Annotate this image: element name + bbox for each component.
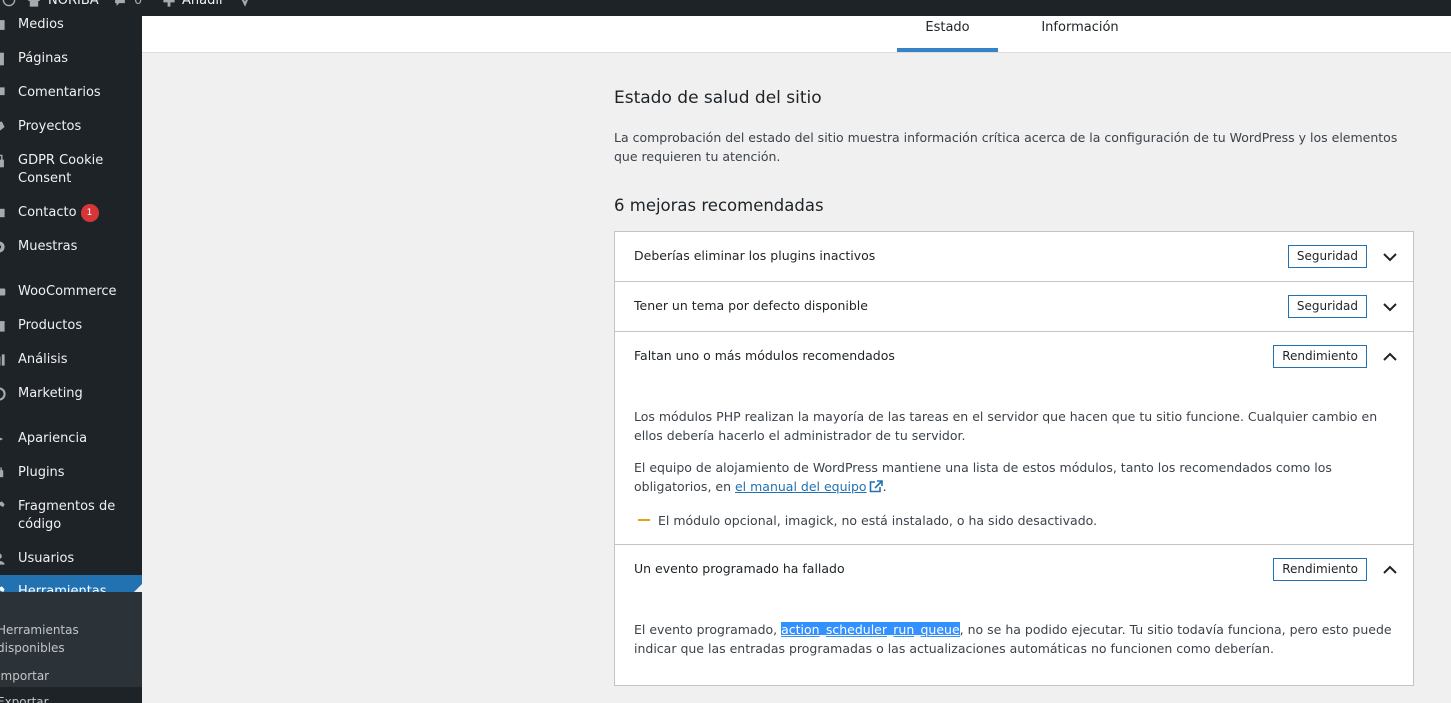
issue-title: Tener un tema por defecto disponible [634,298,868,313]
site-name: NORIBA [48,0,99,8]
team-handbook-link[interactable]: el manual del equipo [735,479,883,494]
issue-description: El evento programado, action_scheduler_r… [634,620,1393,658]
issue-toggle-header[interactable]: Faltan uno o más módulos recomendados Re… [615,332,1413,381]
menu-item-label: Análisis [18,352,68,367]
admin-bar: NORIBA 0 Añadir [0,0,1451,16]
issue-badge: Rendimiento [1273,558,1367,581]
menu-item-label: GDPR Cookie Consent [18,153,104,186]
issue-toggle-header[interactable]: Un evento programado ha fallado Rendimie… [615,545,1413,594]
issue-text: . [882,479,887,494]
menu-item-label: Fragmentos de código [18,499,116,532]
comment-bubble-icon [115,0,125,6]
issue-item: Faltan uno o más módulos recomendados Re… [615,332,1413,545]
comments-count: 0 [134,0,143,8]
issue-item: Tener un tema por defecto disponible Seg… [615,282,1413,332]
external-link-icon [869,479,883,498]
issue-badge: Seguridad [1287,295,1367,318]
home-icon [27,0,41,7]
chart-icon [0,353,6,367]
brush-icon [0,432,6,446]
warning-text: El módulo opcional, imagick, no está ins… [658,513,1098,528]
menu-item-label: Marketing [18,386,83,401]
lock-icon [0,154,6,168]
issue-body: El evento programado, action_scheduler_r… [615,594,1413,685]
menu-item-label: Proyectos [18,119,82,134]
new-label: Añadir [182,0,225,8]
media-icon [0,18,6,32]
comments-link[interactable]: 0 [112,0,142,8]
issue-text: El evento programado, [634,622,782,637]
issue-body: Los módulos PHP realizan la mayoría de l… [615,381,1413,544]
megaphone-icon [0,387,6,401]
issue-badge: Seguridad [1287,245,1367,268]
woocommerce-icon [0,285,6,299]
issue-description: El equipo de alojamiento de WordPress ma… [634,458,1393,498]
submenu-item-available-tools[interactable]: Herramientas disponibles [0,621,137,657]
menu-item-label: Plugins [18,465,65,480]
menu-item-label: Contacto [18,205,77,220]
menu-item-label: Productos [18,318,83,333]
issue-title: Un evento programado ha fallado [634,561,845,576]
users-icon [0,552,6,566]
menu-item-label: Muestras [18,239,78,254]
issue-toggle-header[interactable]: Deberías eliminar los plugins inactivos … [615,232,1413,281]
issue-item: Deberías eliminar los plugins inactivos … [615,232,1413,282]
wrench-icon [0,500,6,514]
menu-item-label: Apariencia [18,431,88,446]
issue-title: Faltan uno o más módulos recomendados [634,348,895,363]
page-description: La comprobación del estado del sitio mue… [614,130,1398,164]
warning-dash-icon [638,519,650,521]
wordpress-logo-icon[interactable] [2,0,16,7]
issues-list: Deberías eliminar los plugins inactivos … [614,231,1414,686]
issue-badge: Rendimiento [1273,345,1367,368]
chevron-down-icon[interactable] [1381,298,1399,316]
event-hook-name: action_scheduler_run_queue [781,622,960,637]
gear-icon [0,240,6,254]
plugin-icon [0,466,6,480]
comments-icon [0,86,6,100]
pin-icon [0,120,6,134]
submenu-item-export[interactable]: Exportar [0,693,137,703]
archive-icon [0,319,6,333]
plus-icon [163,0,175,7]
tools-submenu: Herramientas disponibles Importar Export… [0,592,142,703]
yoast-icon[interactable] [236,0,254,7]
notification-badge: 1 [80,204,99,222]
recommended-heading: 6 mejoras recomendadas [614,196,824,215]
pages-icon [0,52,6,66]
issue-description: Los módulos PHP realizan la mayoría de l… [634,409,1378,443]
tab-status[interactable]: Estado [897,16,998,52]
link-text: el manual del equipo [734,479,867,494]
page-title: Estado de salud del sitio [614,88,822,108]
chevron-up-icon[interactable] [1381,561,1399,579]
menu-item-label: Medios [18,17,64,32]
issue-item: Un evento programado ha fallado Rendimie… [615,545,1413,686]
issue-toggle-header[interactable]: Tener un tema por defecto disponible Seg… [615,282,1413,331]
submenu-item-import[interactable]: Importar [0,667,137,685]
menu-item-label: Páginas [18,51,69,66]
menu-item-label: Comentarios [18,85,101,100]
site-health-tabs: Estado Información [142,16,1451,53]
menu-item-label: WooCommerce [18,284,117,299]
new-content-link[interactable]: Añadir [162,0,224,8]
menu-item-label: Usuarios [18,551,75,566]
chevron-up-icon[interactable] [1381,348,1399,366]
mail-icon [0,206,6,220]
tab-info[interactable]: Información [1030,16,1130,52]
chevron-down-icon[interactable] [1381,248,1399,266]
issue-title: Deberías eliminar los plugins inactivos [634,248,876,263]
site-name-link[interactable]: NORIBA [26,0,99,8]
warning-item: El módulo opcional, imagick, no está ins… [634,511,1393,530]
